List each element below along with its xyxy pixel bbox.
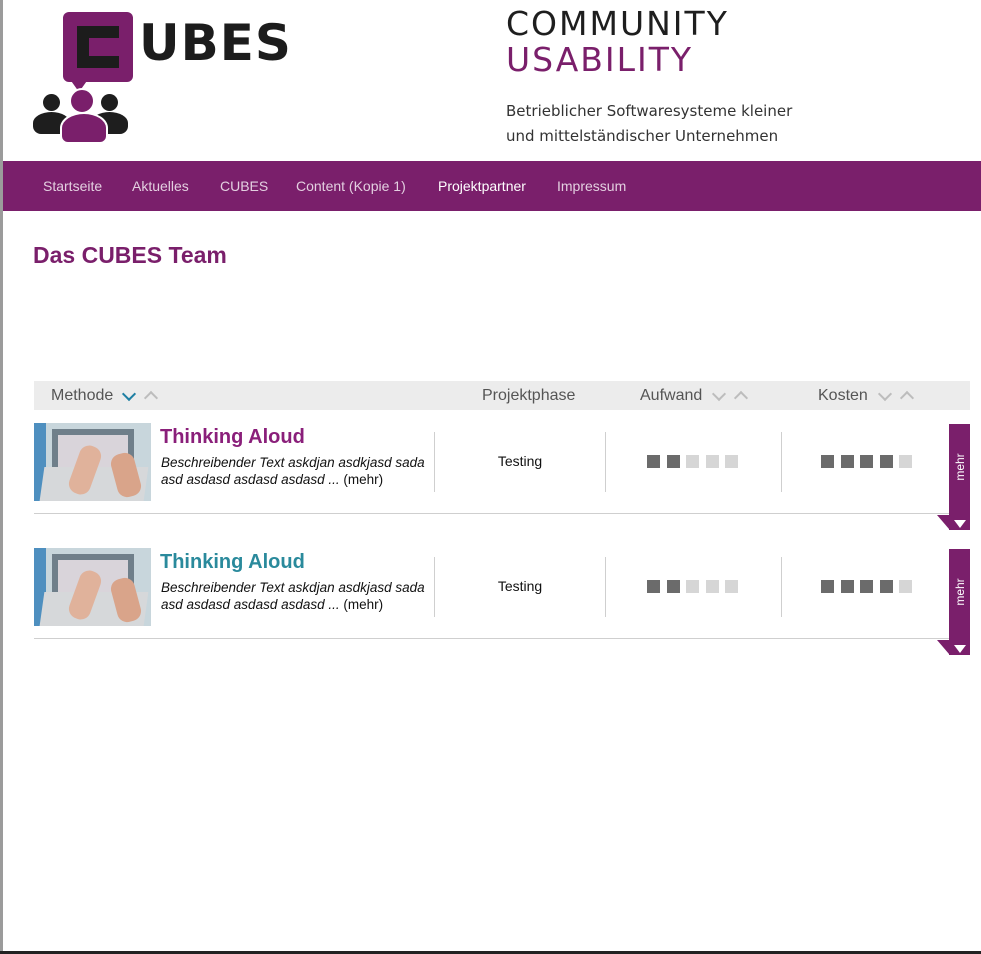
column-divider xyxy=(781,432,782,492)
title-line-community: COMMUNITY xyxy=(506,4,729,43)
caret-down-icon xyxy=(954,645,966,653)
effort-square-filled xyxy=(666,580,680,593)
people-icon xyxy=(33,88,128,144)
chevron-down-icon[interactable] xyxy=(877,386,893,402)
cost-square-filled xyxy=(840,455,854,468)
chevron-up-icon[interactable] xyxy=(143,390,159,406)
main-navigation: Startseite Aktuelles CUBES Content (Kopi… xyxy=(3,161,981,211)
column-divider xyxy=(434,557,435,617)
methods-table-header: Methode Projektphase Aufwand Kosten xyxy=(34,381,970,410)
effort-square-empty xyxy=(686,580,699,593)
cost-square-filled xyxy=(860,580,873,593)
nav-item-cubes[interactable]: CUBES xyxy=(220,178,268,194)
table-row: Thinking Aloud Beschreibender Text askdj… xyxy=(34,548,970,655)
effort-square-empty xyxy=(686,455,699,468)
column-header-projektphase[interactable]: Projektphase xyxy=(482,387,575,405)
method-thumbnail[interactable] xyxy=(34,423,151,501)
phase-value: Testing xyxy=(497,578,543,594)
more-link[interactable]: (mehr) xyxy=(343,597,383,612)
table-row: Thinking Aloud Beschreibender Text askdj… xyxy=(34,423,970,530)
cost-square-filled xyxy=(821,455,834,468)
cost-square-empty xyxy=(899,455,912,468)
cost-square-empty xyxy=(899,580,912,593)
effort-square-empty xyxy=(705,580,719,593)
nav-item-startseite[interactable]: Startseite xyxy=(43,178,102,194)
method-title[interactable]: Thinking Aloud xyxy=(160,426,305,449)
method-thumbnail[interactable] xyxy=(34,548,151,626)
effort-square-empty xyxy=(705,455,719,468)
column-divider xyxy=(605,557,606,617)
chevron-down-icon[interactable] xyxy=(121,386,137,402)
column-divider xyxy=(781,557,782,617)
community-usability-title: COMMUNITY USABILITY xyxy=(506,6,766,78)
cost-square-filled xyxy=(879,455,893,468)
cubes-logo[interactable]: UBES xyxy=(31,8,293,144)
header-subtitle: Betrieblicher Softwaresysteme kleiner un… xyxy=(506,99,806,149)
logo-c-square xyxy=(63,12,133,82)
nav-item-projektpartner[interactable]: Projektpartner xyxy=(438,178,526,194)
effort-square-filled xyxy=(647,455,660,468)
column-header-aufwand[interactable]: Aufwand xyxy=(640,387,702,405)
subtitle-line-2: und mittelständischer Unternehmen xyxy=(506,127,779,145)
chevron-down-icon[interactable] xyxy=(711,386,727,402)
cost-square-filled xyxy=(879,580,893,593)
mehr-label: mehr xyxy=(953,453,967,481)
effort-square-filled xyxy=(647,580,660,593)
title-line-usability: USABILITY xyxy=(506,40,694,79)
column-header-methode[interactable]: Methode xyxy=(51,387,113,405)
chevron-up-icon[interactable] xyxy=(899,390,915,406)
row-divider xyxy=(34,513,970,514)
row-divider xyxy=(34,638,970,639)
caret-down-icon xyxy=(954,520,966,528)
column-divider xyxy=(605,432,606,492)
method-description: Beschreibender Text askdjan asdkjasd sad… xyxy=(161,455,425,487)
site-header: UBES COMMUNITY USABILITY Betrieblicher S… xyxy=(3,0,981,161)
effort-square-empty xyxy=(725,455,738,468)
logo-wordmark: UBES xyxy=(139,14,292,72)
page-title: Das CUBES Team xyxy=(33,242,227,268)
nav-item-impressum[interactable]: Impressum xyxy=(557,178,626,194)
nav-item-aktuelles[interactable]: Aktuelles xyxy=(132,178,189,194)
mehr-label: mehr xyxy=(953,578,967,606)
cost-square-filled xyxy=(821,580,834,593)
effort-square-filled xyxy=(666,455,680,468)
nav-item-content-kopie[interactable]: Content (Kopie 1) xyxy=(296,178,406,194)
column-header-kosten[interactable]: Kosten xyxy=(818,387,868,405)
more-link[interactable]: (mehr) xyxy=(343,472,383,487)
phase-value: Testing xyxy=(497,453,543,469)
mehr-tab[interactable]: mehr xyxy=(949,424,970,530)
column-divider xyxy=(434,432,435,492)
cost-square-filled xyxy=(860,455,873,468)
cost-square-filled xyxy=(840,580,854,593)
method-title[interactable]: Thinking Aloud xyxy=(160,551,305,574)
mehr-tab[interactable]: mehr xyxy=(949,549,970,655)
subtitle-line-1: Betrieblicher Softwaresysteme kleiner xyxy=(506,102,793,120)
method-description: Beschreibender Text askdjan asdkjasd sad… xyxy=(161,580,425,612)
effort-square-empty xyxy=(725,580,738,593)
chevron-up-icon[interactable] xyxy=(733,390,749,406)
